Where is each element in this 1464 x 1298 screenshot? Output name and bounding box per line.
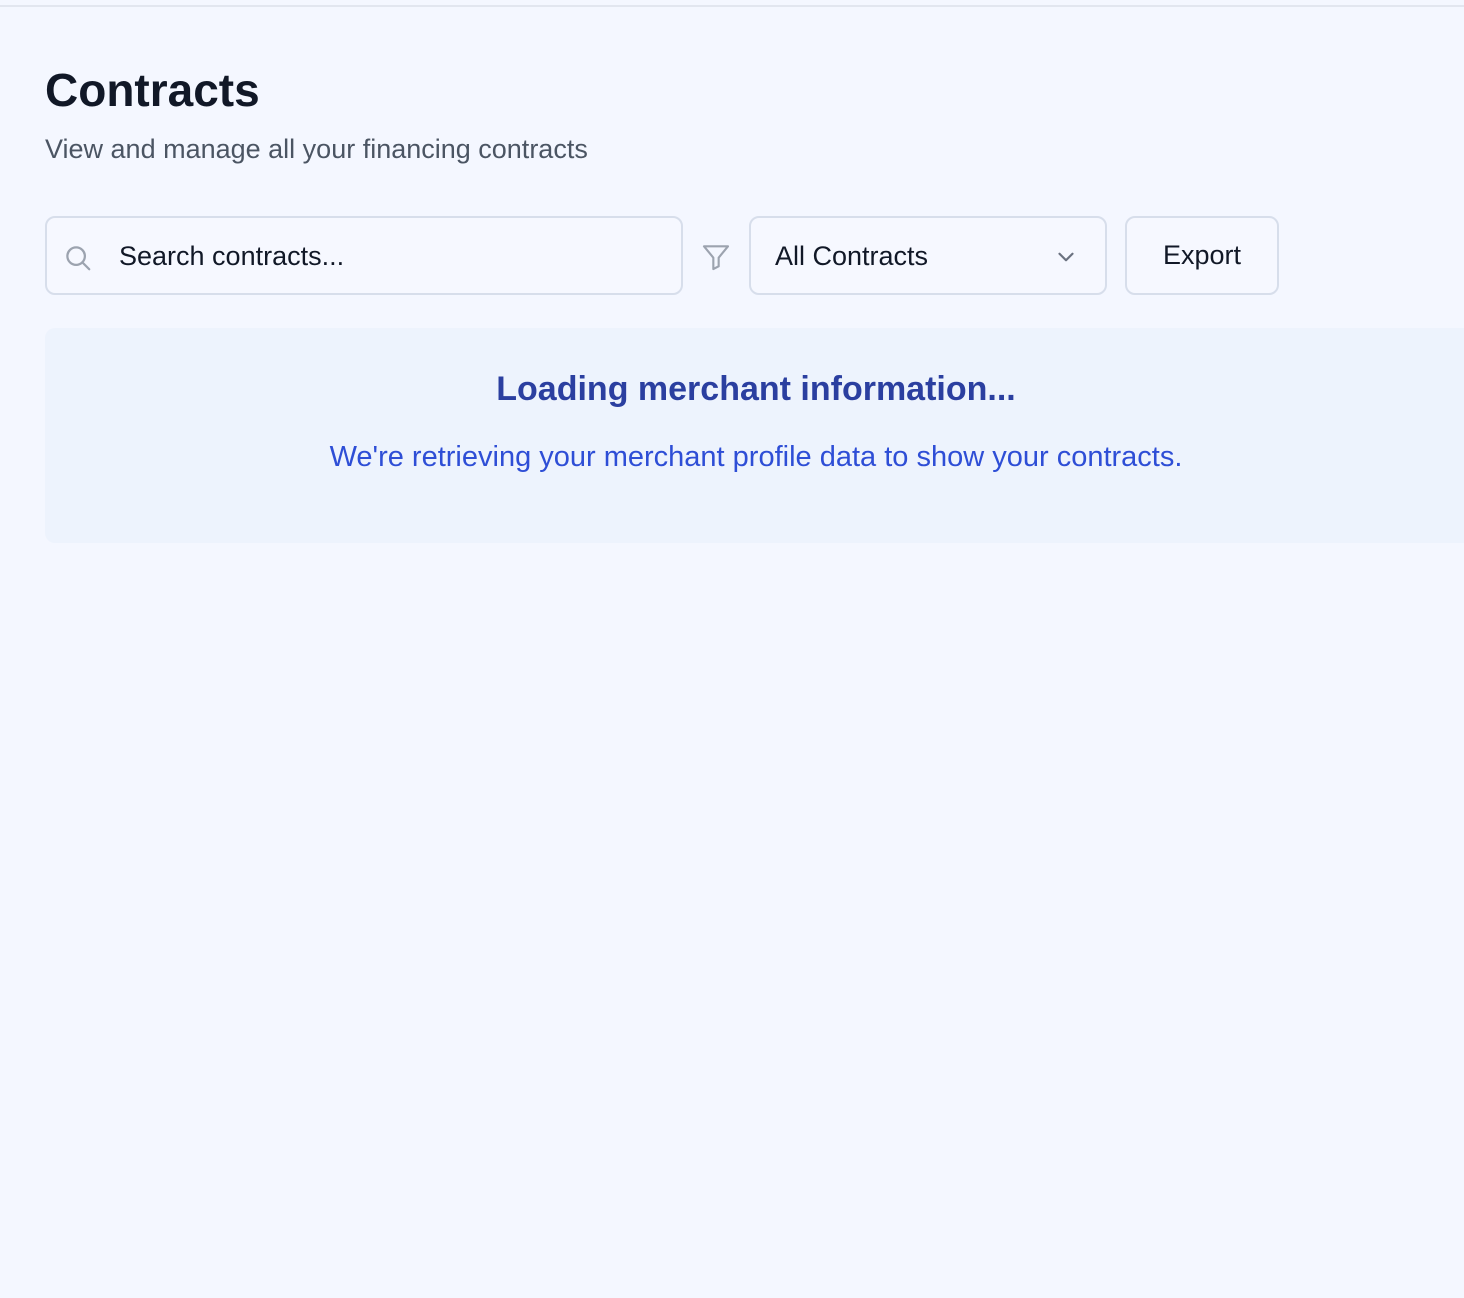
top-bar-edge <box>0 0 1464 7</box>
loading-title: Loading merchant information... <box>496 370 1016 408</box>
select-value: All Contracts <box>775 241 929 271</box>
loading-message: We're retrieving your merchant profile d… <box>329 441 1183 473</box>
search-box[interactable] <box>45 216 683 295</box>
export-button[interactable]: Export <box>1125 216 1279 295</box>
search-icon <box>66 246 91 271</box>
filter-icon[interactable] <box>700 241 732 273</box>
contract-status-select[interactable]: All Contracts <box>749 216 1107 295</box>
loading-panel: Loading merchant information... We're re… <box>45 328 1464 543</box>
search-input[interactable] <box>119 236 659 276</box>
page-title: Contracts <box>45 64 260 116</box>
page-subtitle: View and manage all your financing contr… <box>45 134 588 164</box>
chevron-down-icon <box>1058 252 1074 262</box>
